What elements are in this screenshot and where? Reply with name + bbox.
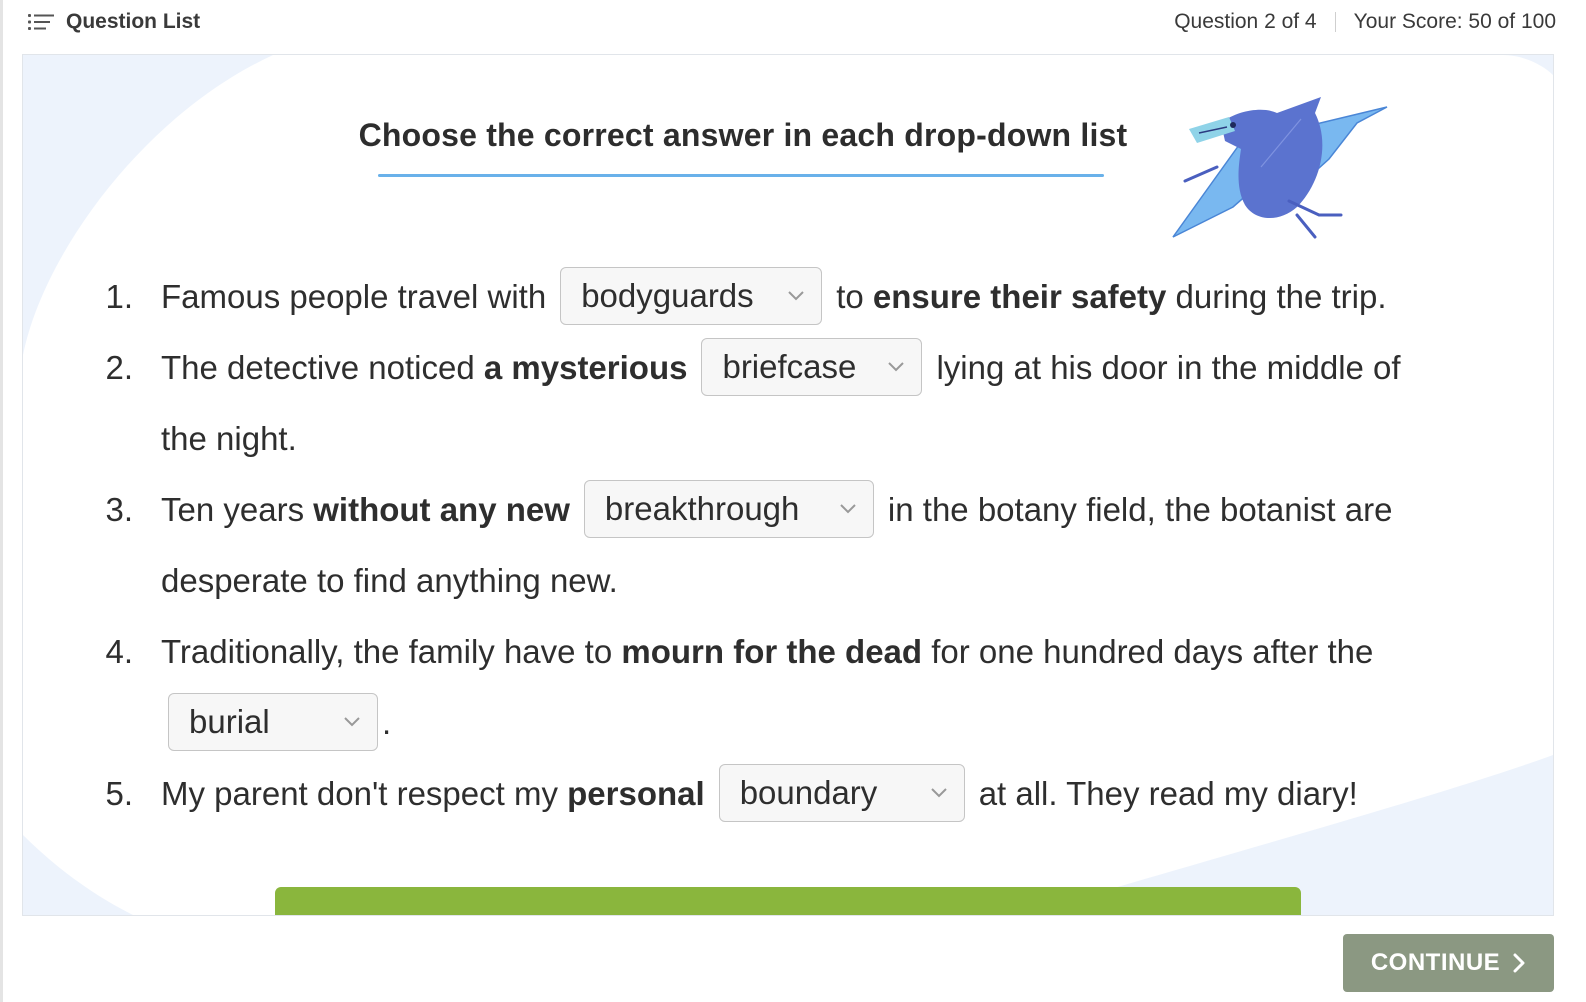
question-line: Traditionally, the family have to mourn …: [161, 616, 1373, 687]
chevron-down-icon: [788, 291, 804, 301]
dropdown-value: briefcase: [722, 348, 857, 386]
dropdown-value: burial: [189, 703, 270, 741]
question-text: the night.: [161, 420, 297, 457]
dropdown-value: bodyguards: [581, 277, 754, 315]
answer-dropdown-5[interactable]: boundary: [718, 764, 965, 823]
question-text: in the botany field, the botanist are: [887, 491, 1393, 528]
question-text: during the trip.: [1175, 278, 1387, 315]
question-list-button[interactable]: Question List: [28, 8, 200, 36]
answer-dropdown-3[interactable]: breakthrough: [583, 480, 874, 539]
question-text: for one hundred days after the: [931, 633, 1374, 670]
chevron-down-icon: [840, 504, 856, 514]
question-list-label: Question List: [66, 10, 201, 33]
status-area: Question 2 of 4 Your Score: 50 of 100: [1174, 8, 1556, 36]
page-title: Choose the correct answer in each drop-d…: [358, 117, 1128, 153]
dropdown-value: boundary: [739, 774, 878, 812]
question-text: to: [836, 278, 864, 315]
question-progress: Question 2 of 4: [1174, 10, 1317, 33]
question-emphasis: personal: [567, 775, 705, 812]
exercise-panel: Choose the correct answer in each drop-d…: [22, 54, 1554, 916]
pterodactyl-illustration: [1172, 97, 1388, 239]
dropdown-value: breakthrough: [604, 490, 800, 528]
question-text: Traditionally, the family have to: [161, 633, 613, 670]
question-emphasis: mourn for the dead: [621, 633, 923, 670]
question-emphasis: a mysterious: [483, 349, 688, 386]
question-text: desperate to find anything new.: [161, 562, 618, 599]
list-icon: [28, 12, 54, 32]
chevron-right-icon: [1513, 953, 1525, 973]
question-text: The detective noticed: [161, 349, 475, 386]
answer-dropdown-4[interactable]: burial: [168, 693, 378, 752]
question-text: lying at his door in the middle of: [936, 349, 1401, 386]
question-number: 1.: [105, 278, 133, 315]
question-line: My parent don't respect my personal bound…: [161, 758, 1358, 829]
question-text: Famous people travel with: [161, 278, 547, 315]
question-number: 4.: [105, 633, 133, 670]
check-answer-button[interactable]: [275, 887, 1301, 915]
question-line: Famous people travel with bodyguards to en…: [161, 261, 1387, 332]
question-text: Ten years: [161, 491, 305, 528]
question-number: 2.: [105, 349, 133, 386]
chevron-down-icon: [888, 362, 905, 372]
score-display: Your Score: 50 of 100: [1353, 10, 1556, 33]
question-line: The detective noticed a mysterious briefc…: [161, 332, 1401, 403]
question-emphasis: without any new: [313, 491, 570, 528]
chevron-down-icon: [344, 717, 360, 727]
question-number: 3.: [105, 491, 133, 528]
top-bar: Question List Question 2 of 4 Your Score…: [0, 0, 1586, 44]
status-divider: [1334, 12, 1336, 32]
left-edge: [0, 0, 3, 1002]
continue-button[interactable]: CONTINUE: [1343, 934, 1554, 992]
answer-dropdown-1[interactable]: bodyguards: [560, 267, 823, 326]
question-text: at all. They read my diary!: [978, 775, 1358, 812]
heading-underline: [378, 174, 1104, 177]
question-line: burial.: [154, 687, 391, 758]
question-emphasis: ensure their safety: [872, 278, 1167, 315]
question-text: .: [382, 704, 392, 741]
question-line: Ten years without any new breakthrough in …: [161, 474, 1392, 545]
question-text: My parent don't respect my: [161, 775, 558, 812]
answer-dropdown-2[interactable]: briefcase: [701, 338, 923, 397]
chevron-down-icon: [930, 788, 947, 798]
question-number: 5.: [105, 775, 133, 812]
continue-label: CONTINUE: [1370, 949, 1501, 976]
